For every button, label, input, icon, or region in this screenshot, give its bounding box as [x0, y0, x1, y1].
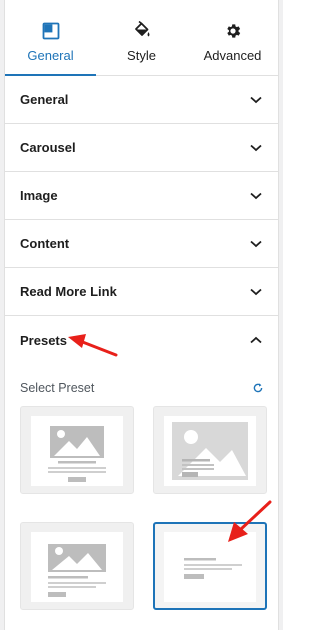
chevron-down-icon: [249, 93, 263, 107]
section-presets-label: Presets: [20, 332, 67, 348]
annotation-arrow-preset-4: [228, 500, 272, 542]
section-content[interactable]: Content: [5, 220, 278, 268]
section-general[interactable]: General: [5, 76, 278, 124]
chevron-down-icon: [249, 189, 263, 203]
preset-card: [31, 532, 123, 602]
layout-icon: [40, 20, 62, 42]
tab-general[interactable]: General: [5, 0, 96, 76]
image-left-aligned-icon: [48, 544, 106, 597]
preset-option-2[interactable]: [153, 406, 267, 494]
section-image[interactable]: Image: [5, 172, 278, 220]
gear-icon: [222, 20, 244, 42]
chevron-down-icon: [249, 237, 263, 251]
section-carousel[interactable]: Carousel: [5, 124, 278, 172]
chevron-down-icon: [249, 285, 263, 299]
annotation-arrow-presets: [68, 334, 118, 357]
tab-style-label: Style: [127, 48, 156, 63]
section-carousel-label: Carousel: [20, 140, 76, 155]
section-read-more-link-label: Read More Link: [20, 284, 117, 299]
section-presets[interactable]: Presets: [5, 316, 278, 364]
paint-bucket-icon: [131, 20, 153, 42]
select-preset-label: Select Preset: [20, 381, 95, 395]
select-preset-row: Select Preset: [20, 378, 264, 398]
image-placeholder-icon: [48, 426, 106, 482]
section-image-label: Image: [20, 188, 58, 203]
chevron-up-icon: [249, 333, 263, 347]
preset-option-1[interactable]: [20, 406, 134, 494]
section-general-label: General: [20, 92, 69, 107]
preset-card: [164, 416, 256, 486]
tab-style[interactable]: Style: [96, 0, 187, 75]
section-read-more-link[interactable]: Read More Link: [5, 268, 278, 316]
image-overlay-icon: [172, 422, 248, 480]
preset-card: [31, 416, 123, 486]
reset-icon[interactable]: [252, 382, 264, 394]
tab-advanced-label: Advanced: [203, 48, 262, 63]
settings-tabs: General Style Advanced: [5, 0, 278, 76]
right-gutter: [279, 0, 283, 630]
tab-general-label: General: [27, 48, 74, 63]
section-content-label: Content: [20, 236, 70, 251]
tab-advanced[interactable]: Advanced: [187, 0, 278, 75]
preset-option-3[interactable]: [20, 522, 134, 610]
chevron-down-icon: [249, 141, 263, 155]
